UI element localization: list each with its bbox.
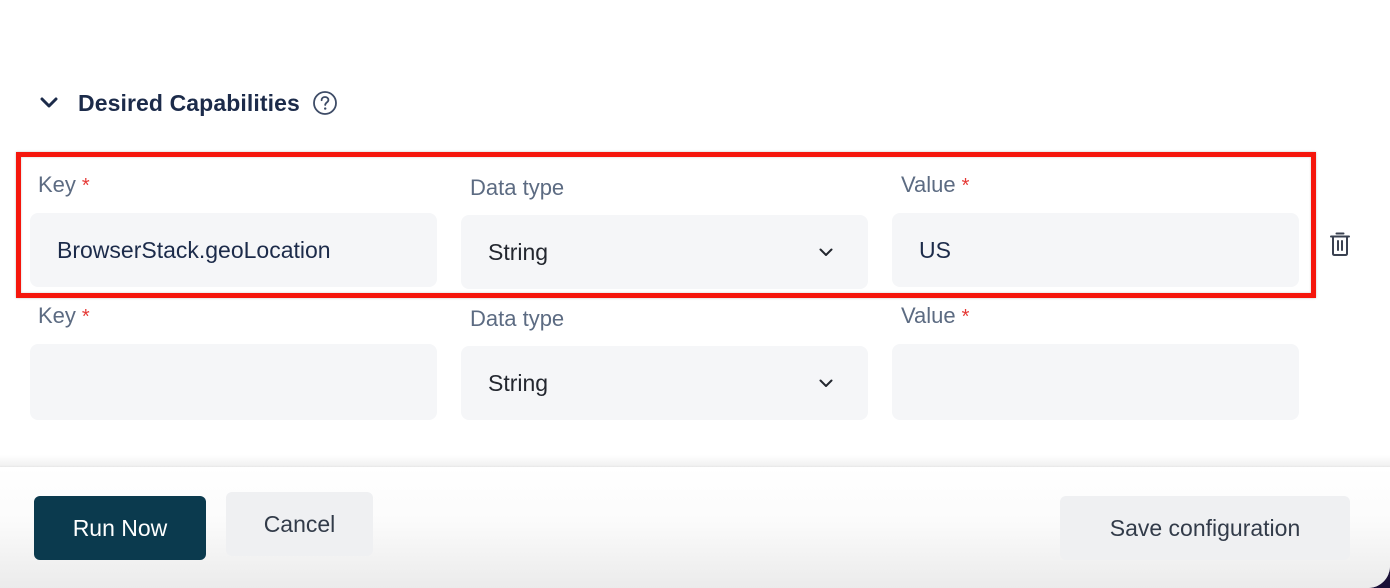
key-label: Key *: [38, 172, 90, 198]
value-label: Value *: [901, 303, 969, 329]
section-title: Desired Capabilities: [78, 89, 300, 116]
key-input[interactable]: BrowserStack.geoLocation: [30, 213, 437, 287]
required-asterisk: *: [81, 306, 90, 328]
run-now-button[interactable]: Run Now: [34, 496, 206, 560]
value-label: Value *: [901, 172, 969, 198]
datatype-select[interactable]: String: [461, 346, 868, 420]
datatype-select[interactable]: String: [461, 215, 868, 289]
datatype-label: Data type: [470, 175, 565, 200]
trash-icon[interactable]: [1328, 231, 1352, 257]
key-input-value: BrowserStack.geoLocation: [57, 236, 331, 263]
chevron-down-icon: [818, 377, 834, 389]
desired-capabilities-header: Desired Capabilities: [38, 86, 338, 120]
value-label-text: Value: [901, 303, 956, 328]
capabilities-panel: Desired Capabilities Key * BrowserStack.g…: [0, 0, 1390, 588]
footer-divider: [0, 455, 1390, 467]
key-label-text: Key: [38, 172, 76, 197]
datatype-select-value: String: [488, 369, 549, 396]
cancel-button[interactable]: Cancel: [226, 492, 373, 556]
save-configuration-button[interactable]: Save configuration: [1060, 496, 1350, 560]
question-circle-icon[interactable]: [312, 90, 338, 116]
chevron-down-icon: [818, 246, 834, 258]
required-asterisk: *: [961, 175, 970, 197]
chevron-down-icon[interactable]: [38, 92, 60, 114]
datatype-select-value: String: [488, 238, 549, 265]
value-input[interactable]: US: [892, 213, 1299, 287]
value-label-text: Value: [901, 172, 956, 197]
required-asterisk: *: [81, 175, 90, 197]
key-label: Key *: [38, 303, 90, 329]
footer-action-bar: Run Now Cancel Save configuration: [0, 467, 1390, 588]
required-asterisk: *: [961, 306, 970, 328]
key-label-text: Key: [38, 303, 76, 328]
value-input[interactable]: [892, 344, 1299, 420]
datatype-label: Data type: [470, 306, 565, 331]
key-input[interactable]: [30, 344, 437, 420]
value-input-value: US: [919, 236, 951, 263]
